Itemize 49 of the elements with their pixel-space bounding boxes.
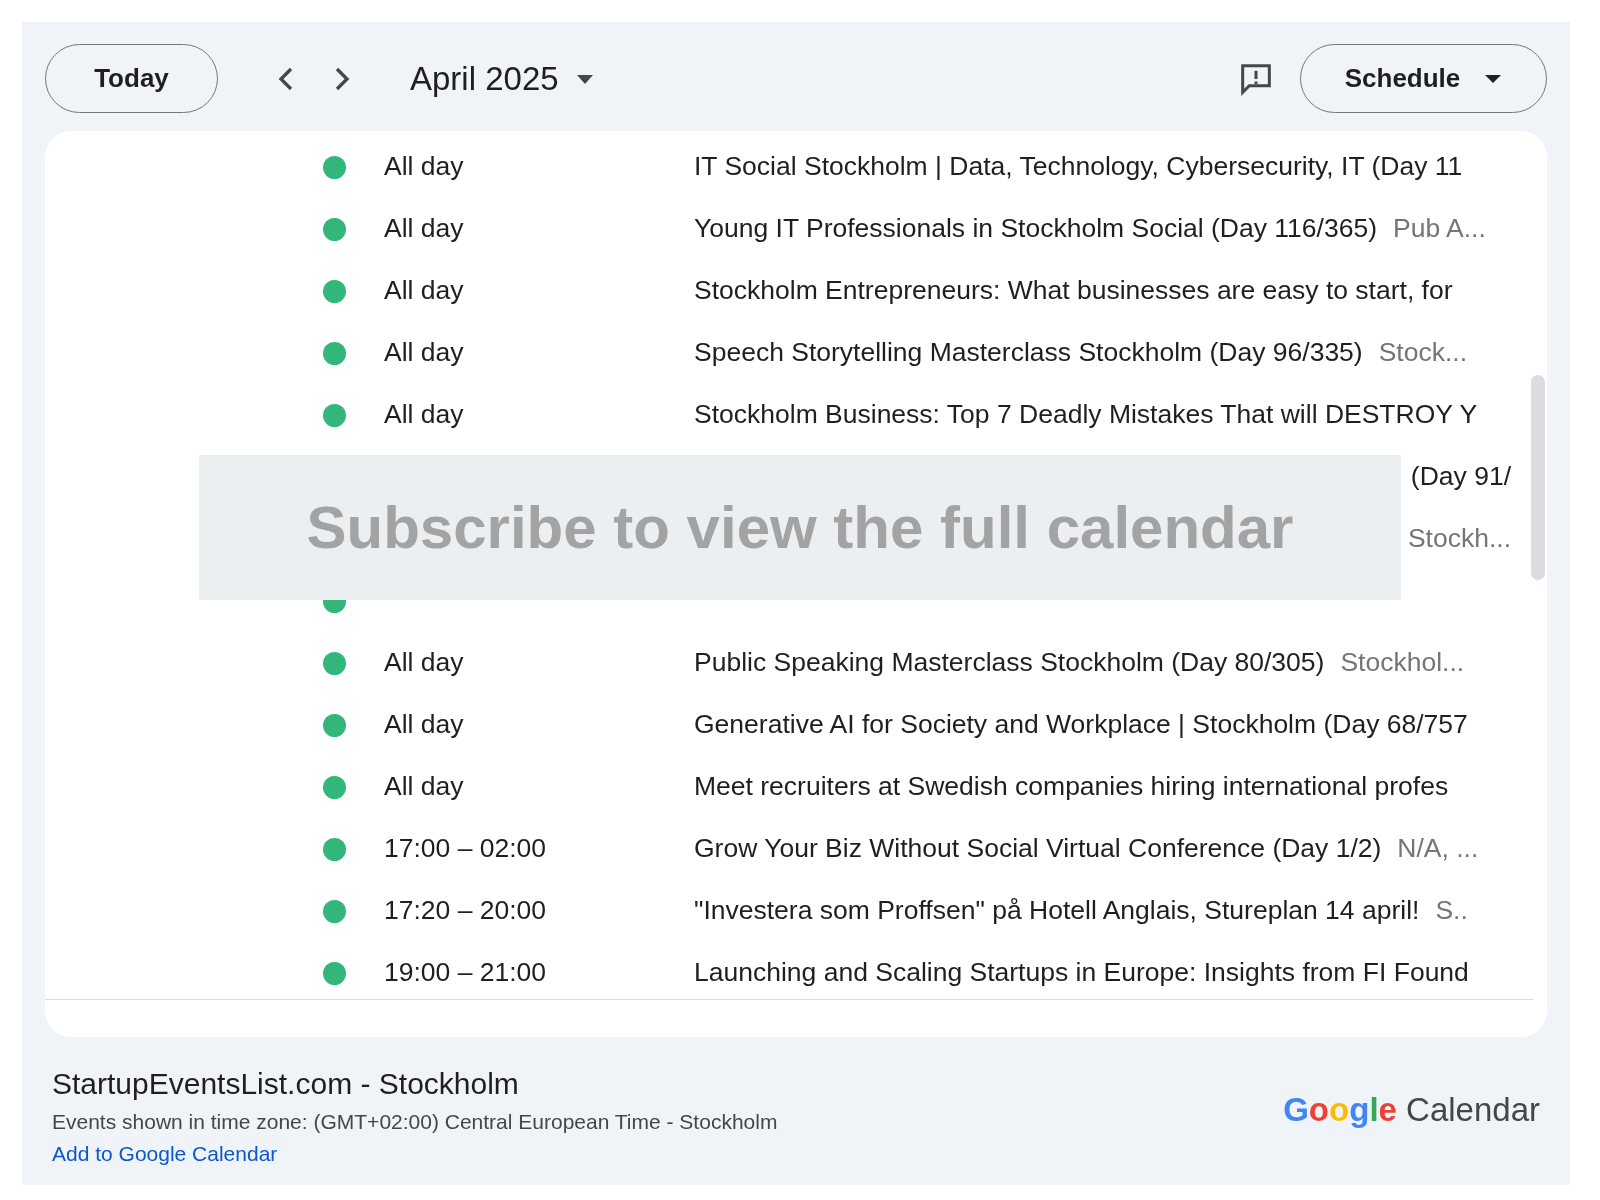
calendar-name: StartupEventsList.com - Stockholm	[52, 1066, 520, 1102]
event-time: All day	[384, 212, 465, 246]
month-dropdown[interactable]: April 2025	[410, 53, 595, 104]
event-time: All day	[384, 646, 465, 680]
timezone-text: Events shown in time zone: (GMT+02:00) Central European Time - Stockholm	[52, 1109, 778, 1135]
event-time: All day	[384, 336, 465, 370]
event-title[interactable]: (Day 91/	[1410, 457, 1511, 497]
event-dot	[323, 279, 346, 303]
event-title[interactable]: Meet recruiters at Swedish companies hiring international profes	[694, 767, 1449, 807]
scrollbar[interactable]	[1531, 375, 1545, 580]
event-title[interactable]: Public Speaking Masterclass Stockholm (Day 80/305)	[694, 643, 1325, 683]
event-dot	[323, 837, 346, 861]
event-title[interactable]: Stockholm Entrepreneurs: What businesses are easy to start, for	[694, 271, 1453, 311]
calendar-logo: Google Calendar	[1283, 1090, 1540, 1130]
event-location: Stock...	[1378, 336, 1468, 370]
event-dot	[323, 899, 346, 923]
event-time: 17:00 – 02:00	[384, 832, 548, 866]
event-time: All day	[384, 274, 465, 308]
event-time: All day	[384, 708, 465, 742]
event-dot	[323, 155, 346, 179]
event-time: All day	[384, 398, 465, 432]
event-time: All day	[384, 150, 465, 184]
event-title[interactable]: Stockholm Business: Top 7 Deadly Mistakes That will DESTROY Y	[694, 395, 1478, 435]
event-title[interactable]: Grow Your Biz Without Social Virtual Conference (Day 1/2)	[694, 829, 1382, 869]
event-title[interactable]: Launching and Scaling Startups in Europe: Insights from FI Found	[694, 953, 1469, 993]
event-location: S..	[1435, 894, 1468, 928]
event-dot	[323, 403, 346, 427]
event-location: Stockh...	[1407, 522, 1511, 556]
add-calendar-link[interactable]: Add to Google Calendar	[52, 1141, 278, 1165]
event-time: 19:00 – 21:00	[384, 956, 548, 990]
event-dot	[323, 341, 346, 365]
event-dot	[323, 217, 346, 241]
caret-icon	[574, 72, 595, 85]
event-title[interactable]: IT Social Stockholm | Data, Technology, Cybersecurity, IT (Day 11	[694, 147, 1463, 187]
event-time: 17:20 – 20:00	[384, 894, 548, 928]
event-dot	[323, 775, 346, 799]
subscribe-banner: Subscribe to view the full calendar	[199, 455, 1401, 600]
event-title[interactable]: Generative AI for Society and Workplace | Stockholm (Day 68/757	[694, 705, 1468, 745]
event-dot	[323, 961, 346, 985]
event-time: All day	[384, 770, 465, 804]
event-title[interactable]: Speech Storytelling Masterclass Stockholm (Day 96/335)	[694, 333, 1363, 373]
event-dot	[323, 651, 346, 675]
event-title[interactable]: "Investera som Proffsen" på Hotell Anglais, Stureplan 14 april!	[694, 891, 1420, 931]
event-dot	[323, 713, 346, 737]
event-location: Pub A...	[1393, 212, 1486, 246]
event-location: Stockhol...	[1340, 646, 1465, 680]
event-title[interactable]: Young IT Professionals in Stockholm Social (Day 116/365)	[694, 209, 1377, 249]
event-location: N/A, ...	[1397, 832, 1479, 866]
caret-icon	[1484, 73, 1503, 84]
